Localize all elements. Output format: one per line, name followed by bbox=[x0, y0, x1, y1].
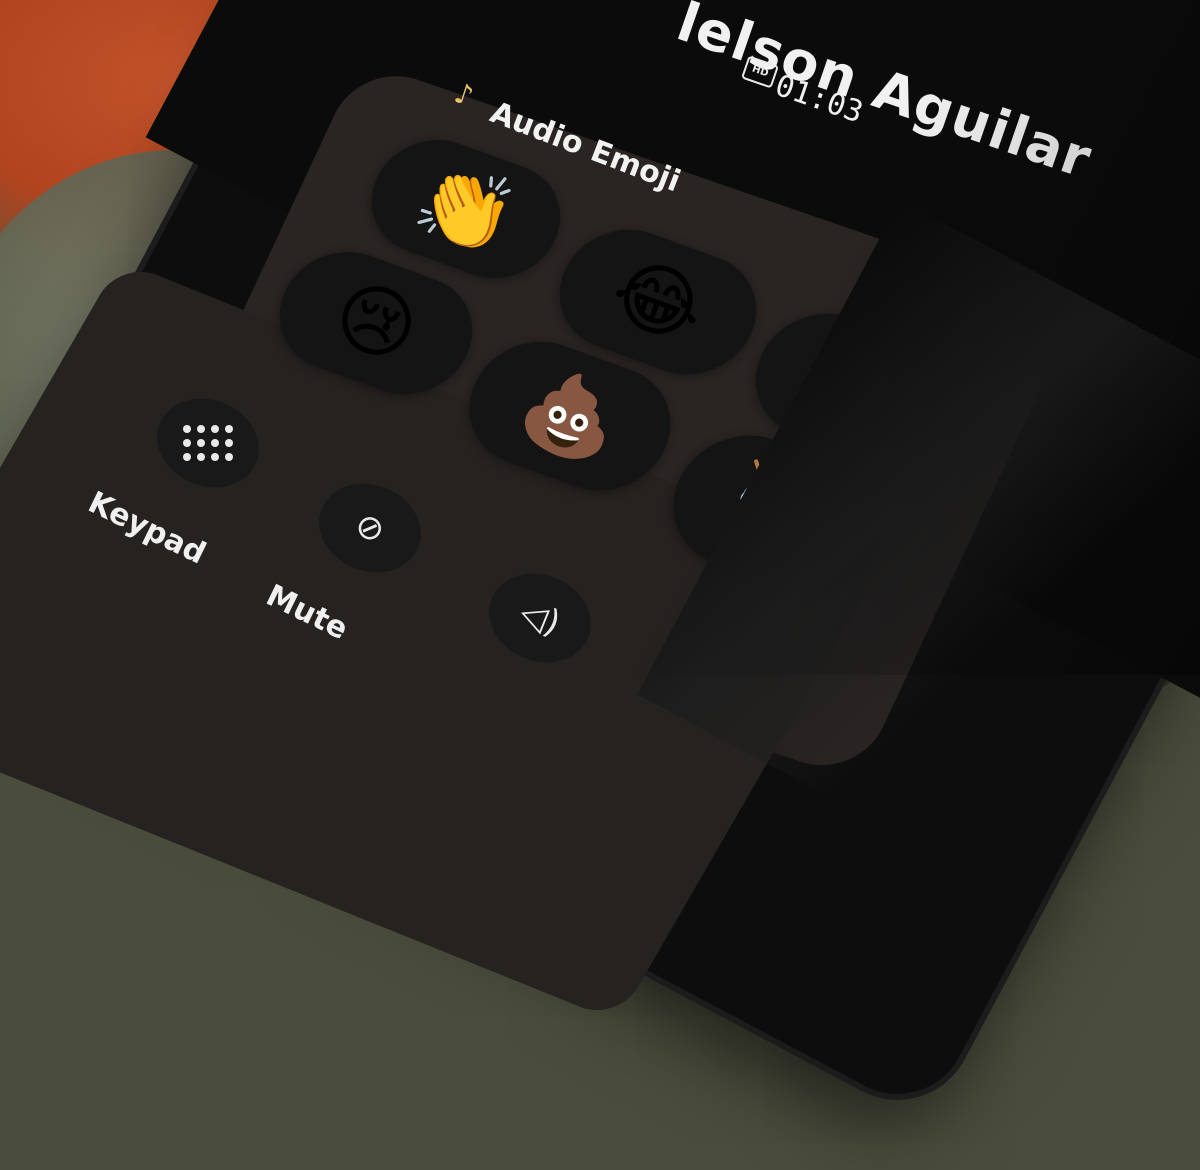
call-screen: lelson Aguilar HD 01:03 ♪ Audio Emoji × … bbox=[0, 0, 1200, 1022]
mic-off-icon: ⊘ bbox=[349, 504, 391, 552]
clapping-hands-icon: 👏 bbox=[404, 150, 528, 268]
pile-of-poo-icon: 💩 bbox=[508, 357, 632, 475]
crying-face-icon: 😢 bbox=[322, 266, 430, 380]
keypad-icon bbox=[183, 425, 233, 461]
laughing-tears-icon: 😂 bbox=[599, 244, 717, 360]
caller-name: lelson Aguilar bbox=[669, 0, 1100, 191]
speaker-icon: ◁) bbox=[514, 592, 566, 644]
